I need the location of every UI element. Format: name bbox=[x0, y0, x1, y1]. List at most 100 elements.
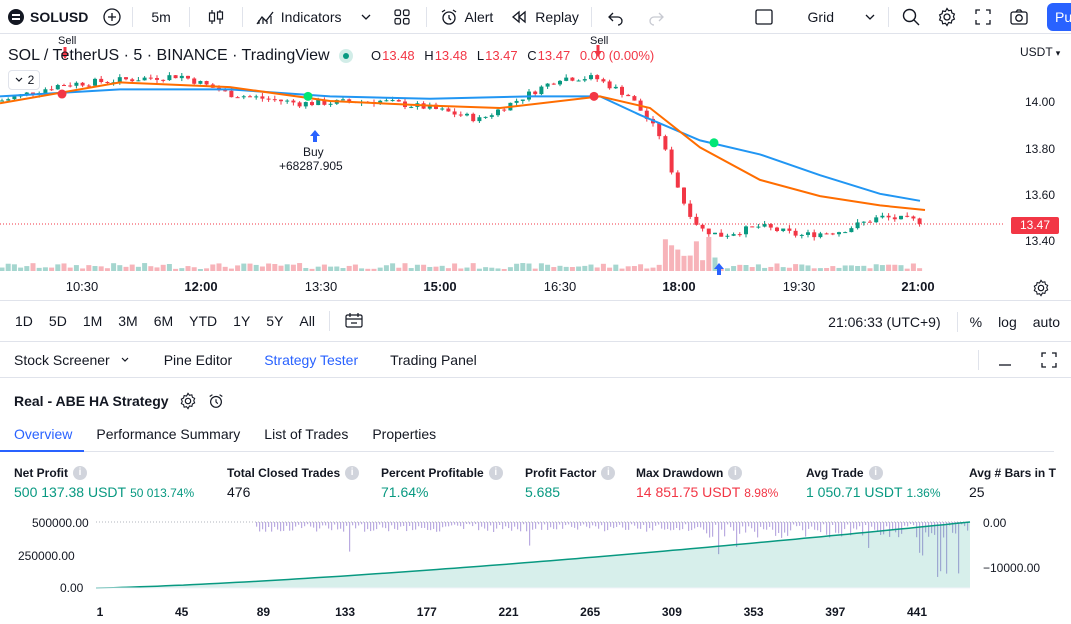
subtab-performance-summary[interactable]: Performance Summary bbox=[84, 422, 252, 452]
range-button-5d[interactable]: 5D bbox=[41, 313, 75, 329]
subtab-list-of-trades[interactable]: List of Trades bbox=[252, 422, 360, 452]
volume-bar bbox=[73, 265, 79, 271]
drawdown-bar bbox=[364, 522, 366, 532]
tab-stock-screener[interactable]: Stock Screener bbox=[0, 352, 144, 368]
range-button-5y[interactable]: 5Y bbox=[258, 313, 291, 329]
range-button-6m[interactable]: 6M bbox=[146, 313, 181, 329]
candle-down bbox=[911, 216, 916, 219]
drawdown-bar bbox=[319, 522, 321, 529]
drawdown-bar bbox=[301, 522, 303, 529]
volume-bar bbox=[638, 264, 644, 271]
drawdown-bar bbox=[703, 522, 705, 530]
candle-down bbox=[750, 226, 755, 228]
timezone-clock[interactable]: 21:06:33 (UTC+9) bbox=[820, 314, 952, 330]
layout-name[interactable]: Grid bbox=[786, 0, 856, 34]
volume-bar bbox=[154, 267, 160, 271]
auto-scale-toggle[interactable]: auto bbox=[1025, 314, 1071, 330]
minimize-panel-button[interactable] bbox=[983, 343, 1027, 377]
range-button-1y[interactable]: 1Y bbox=[225, 313, 258, 329]
volume-bar bbox=[700, 260, 706, 271]
volume-bar bbox=[334, 266, 340, 271]
volume-bar bbox=[669, 245, 675, 271]
add-alert-icon[interactable] bbox=[207, 392, 225, 410]
search-button[interactable] bbox=[893, 0, 929, 34]
layout-select-button[interactable] bbox=[742, 0, 786, 34]
tab-pine-editor[interactable]: Pine Editor bbox=[144, 352, 246, 368]
search-icon bbox=[902, 8, 920, 25]
info-icon[interactable]: i bbox=[345, 466, 360, 480]
candle-down bbox=[694, 216, 699, 225]
interval-button[interactable]: 5m bbox=[137, 0, 184, 34]
info-icon[interactable]: i bbox=[868, 466, 883, 480]
drawdown-bar bbox=[652, 522, 654, 531]
drawdown-bar bbox=[523, 522, 525, 525]
trade-number-tick: 177 bbox=[416, 605, 437, 619]
replay-button[interactable]: Replay bbox=[501, 0, 587, 34]
range-button-1m[interactable]: 1M bbox=[75, 313, 110, 329]
templates-button[interactable] bbox=[382, 0, 422, 34]
indicators-label: Indicators bbox=[280, 8, 342, 25]
trade-number-tick: 441 bbox=[906, 605, 928, 619]
drawdown-bar bbox=[448, 522, 450, 527]
info-icon[interactable]: i bbox=[488, 466, 503, 480]
range-button-all[interactable]: All bbox=[291, 313, 323, 329]
divider bbox=[888, 6, 889, 27]
tab-strategy-tester[interactable]: Strategy Tester bbox=[246, 352, 372, 368]
settings-button[interactable] bbox=[929, 0, 965, 34]
strategy-settings-gear-icon[interactable] bbox=[179, 392, 197, 410]
compare-add-button[interactable] bbox=[96, 0, 128, 34]
drawdown-bar bbox=[556, 522, 558, 530]
price-chart[interactable]: SOL / TetherUS · 5 · BINANCE · TradingVi… bbox=[0, 34, 1071, 300]
candle-down bbox=[620, 86, 624, 95]
drawdown-bar bbox=[316, 522, 318, 532]
chart-type-button[interactable] bbox=[194, 0, 238, 34]
redo-button[interactable] bbox=[636, 0, 676, 34]
currency-selector[interactable]: USDT ▾ bbox=[1020, 45, 1060, 59]
subtab-overview[interactable]: Overview bbox=[0, 422, 85, 452]
drawdown-bar bbox=[412, 522, 414, 531]
drawdown-bar bbox=[595, 522, 597, 527]
candle-up bbox=[806, 232, 810, 235]
market-status-icon[interactable] bbox=[339, 49, 353, 63]
candle-down bbox=[595, 75, 600, 80]
equity-tick: 250000.00 bbox=[18, 549, 75, 563]
indicators-button[interactable]: Indicators bbox=[247, 0, 350, 34]
candlestick-plot[interactable] bbox=[0, 34, 1005, 279]
candle-down bbox=[260, 96, 265, 99]
alert-button[interactable]: Alert bbox=[431, 0, 502, 34]
volume-bar bbox=[210, 264, 216, 271]
drawdown-bar bbox=[499, 522, 501, 526]
chart-settings-gear-icon[interactable] bbox=[1032, 279, 1050, 297]
range-button-3m[interactable]: 3M bbox=[110, 313, 145, 329]
date-range-button[interactable] bbox=[336, 304, 372, 338]
log-scale-toggle[interactable]: log bbox=[990, 314, 1025, 330]
equity-chart[interactable] bbox=[0, 512, 1071, 602]
range-button-ytd[interactable]: YTD bbox=[181, 313, 225, 329]
range-button-1d[interactable]: 1D bbox=[7, 313, 41, 329]
info-icon[interactable]: i bbox=[601, 466, 616, 480]
indicators-dropdown[interactable] bbox=[350, 0, 382, 34]
symbol-search[interactable]: SOLUSD bbox=[0, 0, 96, 34]
drawdown-bar bbox=[772, 522, 774, 530]
drawdown-bar bbox=[658, 522, 660, 525]
percent-scale-toggle[interactable]: % bbox=[962, 314, 990, 330]
candle-up bbox=[93, 78, 97, 86]
layout-dropdown[interactable] bbox=[856, 0, 884, 34]
trade-number-tick: 265 bbox=[580, 605, 601, 619]
candle-down bbox=[471, 113, 476, 122]
indicator-collapse-toggle[interactable]: 2 bbox=[8, 70, 40, 90]
candle-down bbox=[551, 83, 556, 85]
volume-bar bbox=[470, 263, 476, 271]
publish-button[interactable]: Pu bbox=[1047, 3, 1071, 31]
subtab-properties[interactable]: Properties bbox=[360, 422, 448, 452]
volume-bar bbox=[861, 265, 867, 271]
info-icon[interactable]: i bbox=[728, 466, 743, 480]
snapshot-button[interactable] bbox=[1001, 0, 1037, 34]
volume-bar bbox=[117, 265, 123, 271]
fullscreen-button[interactable] bbox=[965, 0, 1001, 34]
undo-button[interactable] bbox=[596, 0, 636, 34]
info-icon[interactable]: i bbox=[73, 466, 87, 480]
maximize-panel-button[interactable] bbox=[1027, 343, 1071, 377]
volume-bar bbox=[272, 264, 278, 271]
tab-trading-panel[interactable]: Trading Panel bbox=[372, 352, 491, 368]
